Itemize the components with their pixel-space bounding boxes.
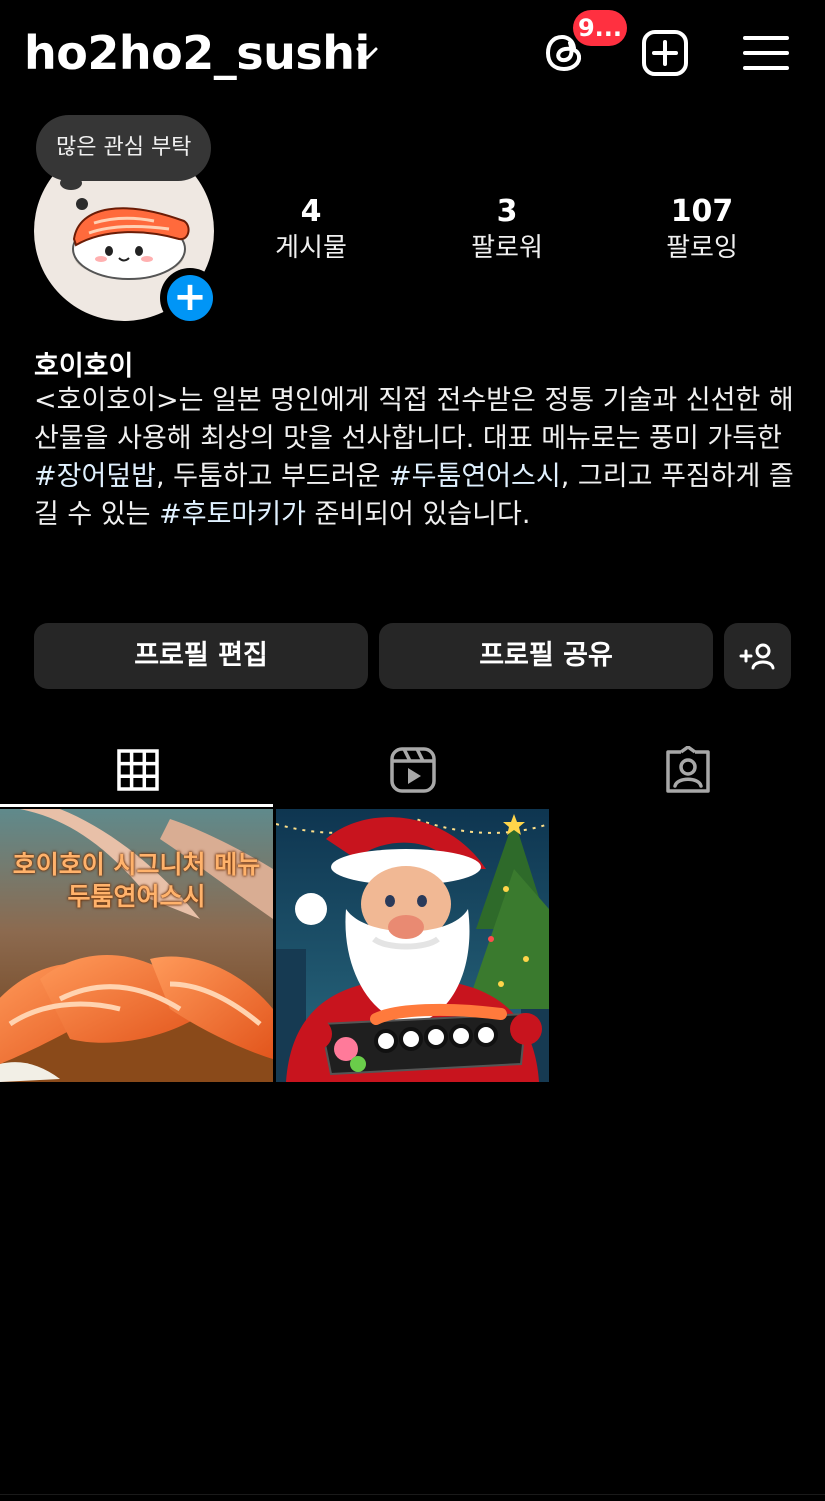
add-story-button[interactable]: +: [167, 275, 213, 321]
profile-note[interactable]: 많은 관심 부탁: [36, 115, 212, 181]
stat-following[interactable]: 107 팔로잉: [622, 193, 782, 265]
stat-posts-value: 4: [300, 194, 322, 229]
stat-following-label: 팔로잉: [666, 233, 738, 263]
tab-reels[interactable]: [275, 735, 550, 805]
tab-grid[interactable]: [0, 735, 275, 805]
add-person-icon: [739, 643, 775, 670]
reels-icon: [389, 747, 436, 793]
post-thumbnail[interactable]: [276, 809, 549, 1082]
stat-followers[interactable]: 3 팔로워: [427, 193, 587, 265]
tab-tagged[interactable]: [550, 735, 825, 805]
profile-username[interactable]: ho2ho2_sushi: [24, 24, 370, 82]
chevron-down-icon[interactable]: [352, 38, 382, 68]
grid-icon: [116, 749, 159, 791]
notification-badge: 9...: [573, 10, 627, 46]
post-caption-line: 두툼연어스시: [67, 882, 206, 911]
stat-following-value: 107: [670, 194, 734, 229]
hashtag-link[interactable]: #후토마키가: [159, 499, 306, 530]
post-caption-overlay: 호이호이 시그니처 메뉴 두툼연어스시: [0, 849, 273, 913]
santa-sushi-illustration: [276, 809, 549, 1082]
bio-text: 준비되어 있습니다.: [305, 499, 531, 530]
stat-posts-label: 게시물: [275, 233, 347, 263]
discover-people-button[interactable]: [724, 623, 791, 689]
tagged-icon: [665, 746, 710, 793]
profile-bio: <호이호이>는 일본 명인에게 직접 전수받은 정통 기술과 신선한 해산물을 …: [34, 382, 794, 534]
post-thumbnail[interactable]: 호이호이 시그니처 메뉴 두툼연어스시: [0, 809, 273, 1082]
bio-text: , 두툼하고 부드러운: [155, 461, 390, 492]
stat-posts[interactable]: 4 게시물: [231, 193, 391, 265]
profile-display-name: 호이호이: [34, 351, 134, 382]
bottom-divider: [0, 1494, 825, 1495]
hashtag-link[interactable]: #두툼연어스시: [389, 461, 561, 492]
share-profile-button[interactable]: 프로필 공유: [379, 623, 713, 689]
stat-followers-value: 3: [496, 194, 518, 229]
note-bubble-tail: [76, 198, 88, 210]
menu-icon[interactable]: [742, 33, 790, 73]
hashtag-link[interactable]: #장어덮밥: [34, 461, 156, 492]
bio-text: <호이호이>는 일본 명인에게 직접 전수받은 정통 기술과 신선한 해산물을 …: [34, 385, 794, 454]
active-tab-indicator: [0, 804, 273, 807]
edit-profile-button[interactable]: 프로필 편집: [34, 623, 368, 689]
stat-followers-label: 팔로워: [471, 233, 543, 263]
new-post-icon[interactable]: [640, 28, 690, 78]
post-caption-line: 호이호이 시그니처 메뉴: [12, 850, 261, 879]
